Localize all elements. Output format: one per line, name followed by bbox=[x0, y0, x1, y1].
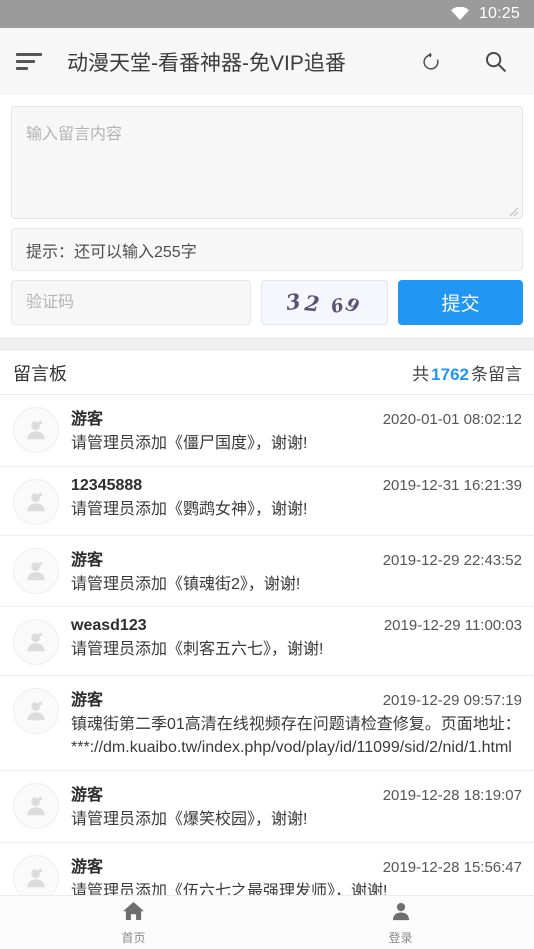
message-text: 请管理员添加《伍六七之最强理发师》，谢谢! bbox=[71, 882, 388, 895]
message-form-card: 提示：还可以输入255字 3 2 6 9 提交 bbox=[0, 95, 534, 337]
message-item[interactable]: weasd123 2019-12-29 11:00:03 请管理员添加《刺客五六七》… bbox=[0, 607, 534, 677]
app-toolbar: 动漫天堂-看番神器-免VIP追番 bbox=[0, 28, 534, 95]
search-icon[interactable] bbox=[476, 43, 514, 81]
app-screen: 10:25 动漫天堂-看番神器-免VIP追番 输入留言内容 提示：还可以输入25… bbox=[0, 0, 534, 949]
message-text: 请管理员添加《刺客五六七》，谢谢! bbox=[71, 641, 324, 659]
wifi-icon bbox=[450, 7, 470, 21]
count-prefix: 共 bbox=[412, 365, 430, 384]
status-bar: 10:25 bbox=[0, 0, 534, 28]
message-timestamp: 2020-01-01 08:02:12 bbox=[382, 411, 522, 428]
user-avatar-icon bbox=[13, 619, 59, 666]
message-body: 游客 2019-12-28 15:56:47 请管理员添加《伍六七之最强理发师》，谢… bbox=[71, 853, 522, 895]
captcha-input[interactable] bbox=[11, 280, 251, 325]
captcha-image[interactable]: 3 2 6 9 bbox=[261, 280, 388, 325]
message-username: weasd123 bbox=[71, 617, 147, 635]
nav-item-home[interactable]: 首页 bbox=[0, 896, 267, 949]
captcha-row: 3 2 6 9 提交 bbox=[11, 280, 523, 325]
message-username: 游客 bbox=[71, 551, 104, 569]
user-avatar-icon bbox=[13, 407, 59, 453]
nav-item-home-label: 首页 bbox=[121, 931, 146, 945]
nav-item-login-label: 登录 bbox=[388, 930, 413, 945]
message-item[interactable]: 游客 2019-12-28 15:56:47 请管理员添加《伍六七之最强理发师》，谢… bbox=[0, 843, 534, 895]
message-timestamp: 2019-12-29 22:43:52 bbox=[382, 551, 522, 569]
page-title: 动漫天堂-看番神器-免VIP追番 bbox=[67, 51, 346, 75]
hamburger-menu-icon[interactable] bbox=[16, 45, 50, 79]
char-count-hint: 提示：还可以输入255字 bbox=[11, 228, 523, 271]
scroll-content[interactable]: 提示：还可以输入255字 3 2 6 9 提交 留言板 共1762条留 bbox=[0, 95, 534, 895]
message-item[interactable]: 游客 2019-12-29 09:57:19 镇魂街第二季01高清在线视频存在问题请… bbox=[0, 676, 534, 771]
home-icon bbox=[121, 899, 146, 928]
user-avatar-icon bbox=[13, 547, 59, 594]
message-text: 请管理员添加《爆笑校园》，谢谢! bbox=[71, 810, 308, 828]
person-icon bbox=[389, 900, 413, 928]
section-gap bbox=[0, 337, 534, 351]
message-textarea-wrapper bbox=[11, 106, 523, 219]
captcha-digit-1: 3 bbox=[284, 287, 305, 316]
count-value: 1762 bbox=[431, 365, 469, 384]
message-timestamp: 2019-12-29 09:57:19 bbox=[382, 692, 522, 710]
message-item[interactable]: 游客 2019-12-28 18:19:07 请管理员添加《爆笑校园》，谢谢! bbox=[0, 771, 534, 843]
message-body: 游客 2019-12-29 09:57:19 镇魂街第二季01高清在线视频存在问题请… bbox=[71, 686, 522, 759]
message-text: 请管理员添加《镇魂街2》，谢谢! bbox=[71, 575, 301, 593]
submit-button[interactable]: 提交 bbox=[398, 280, 523, 325]
message-timestamp: 2019-12-28 18:19:07 bbox=[382, 786, 522, 804]
message-text: 请管理员添加《鹦鹉女神》，谢谢! bbox=[71, 500, 308, 518]
message-header: 游客 2019-12-28 15:56:47 bbox=[71, 853, 522, 877]
message-item[interactable]: 游客 2020-01-01 08:02:12 请管理员添加《僵尸国度》，谢谢! bbox=[0, 395, 534, 467]
message-header: 游客 2019-12-28 18:19:07 bbox=[71, 781, 522, 805]
message-header: 12345888 2019-12-31 16:21:39 bbox=[71, 477, 522, 495]
count-suffix: 条留言 bbox=[471, 365, 522, 384]
user-avatar-icon bbox=[13, 854, 59, 895]
message-username: 游客 bbox=[71, 858, 104, 876]
captcha-digit-4: 9 bbox=[343, 292, 364, 318]
user-avatar-icon bbox=[13, 478, 59, 525]
message-username: 游客 bbox=[71, 692, 104, 710]
message-header: 游客 2019-12-29 09:57:19 bbox=[71, 686, 522, 710]
captcha-digit-2: 2 bbox=[303, 290, 323, 317]
message-body: 游客 2020-01-01 08:02:12 请管理员添加《僵尸国度》，谢谢! bbox=[71, 405, 522, 456]
message-header: weasd123 2019-12-29 11:00:03 bbox=[71, 617, 522, 635]
message-item[interactable]: 游客 2019-12-29 22:43:52 请管理员添加《镇魂街2》，谢谢! bbox=[0, 536, 534, 608]
user-avatar-icon bbox=[13, 688, 59, 735]
bottom-navigation: 首页 登录 bbox=[0, 895, 534, 949]
message-body: 12345888 2019-12-31 16:21:39 请管理员添加《鹦鹉女神》，… bbox=[71, 477, 522, 522]
message-item[interactable]: 12345888 2019-12-31 16:21:39 请管理员添加《鹦鹉女神》，… bbox=[0, 467, 534, 536]
message-body: weasd123 2019-12-29 11:00:03 请管理员添加《刺客五六七》… bbox=[71, 617, 522, 662]
message-text: 请管理员添加《僵尸国度》，谢谢! bbox=[71, 435, 308, 452]
message-timestamp: 2019-12-29 11:00:03 bbox=[383, 617, 522, 635]
message-username: 游客 bbox=[71, 411, 104, 428]
captcha-code-text: 3 2 6 9 bbox=[284, 287, 364, 318]
message-body: 游客 2019-12-29 22:43:52 请管理员添加《镇魂街2》，谢谢! bbox=[71, 546, 522, 597]
refresh-icon[interactable] bbox=[412, 43, 450, 81]
message-header: 游客 2020-01-01 08:02:12 bbox=[71, 405, 522, 429]
message-board: 留言板 共 1762 条留言 游客 2020-01-01 08:02:12 请管理员添加… bbox=[0, 351, 534, 895]
message-timestamp: 2019-12-31 16:21:39 bbox=[382, 476, 522, 494]
message-list: 游客 2020-01-01 08:02:12 请管理员添加《僵尸国度》，谢谢! 123… bbox=[0, 395, 534, 895]
message-text: 镇魂街第二季01高清在线视频存在问题请检查修复。页面地址：***://dm.ku… bbox=[71, 716, 521, 757]
message-header: 游客 2019-12-29 22:43:52 bbox=[71, 546, 522, 570]
nav-item-login[interactable]: 登录 bbox=[267, 896, 534, 949]
message-input[interactable] bbox=[11, 106, 523, 219]
message-username: 12345888 bbox=[71, 476, 143, 494]
message-count: 共 1762 条留言 bbox=[412, 360, 522, 385]
message-board-title: 留言板 bbox=[13, 363, 67, 384]
message-board-header: 留言板 共 1762 条留言 bbox=[0, 351, 534, 395]
message-timestamp: 2019-12-28 15:56:47 bbox=[382, 858, 522, 876]
status-bar-clock: 10:25 bbox=[478, 5, 520, 22]
user-avatar-icon bbox=[13, 782, 59, 829]
message-body: 游客 2019-12-28 18:19:07 请管理员添加《爆笑校园》，谢谢! bbox=[71, 781, 522, 832]
message-username: 游客 bbox=[71, 786, 104, 804]
